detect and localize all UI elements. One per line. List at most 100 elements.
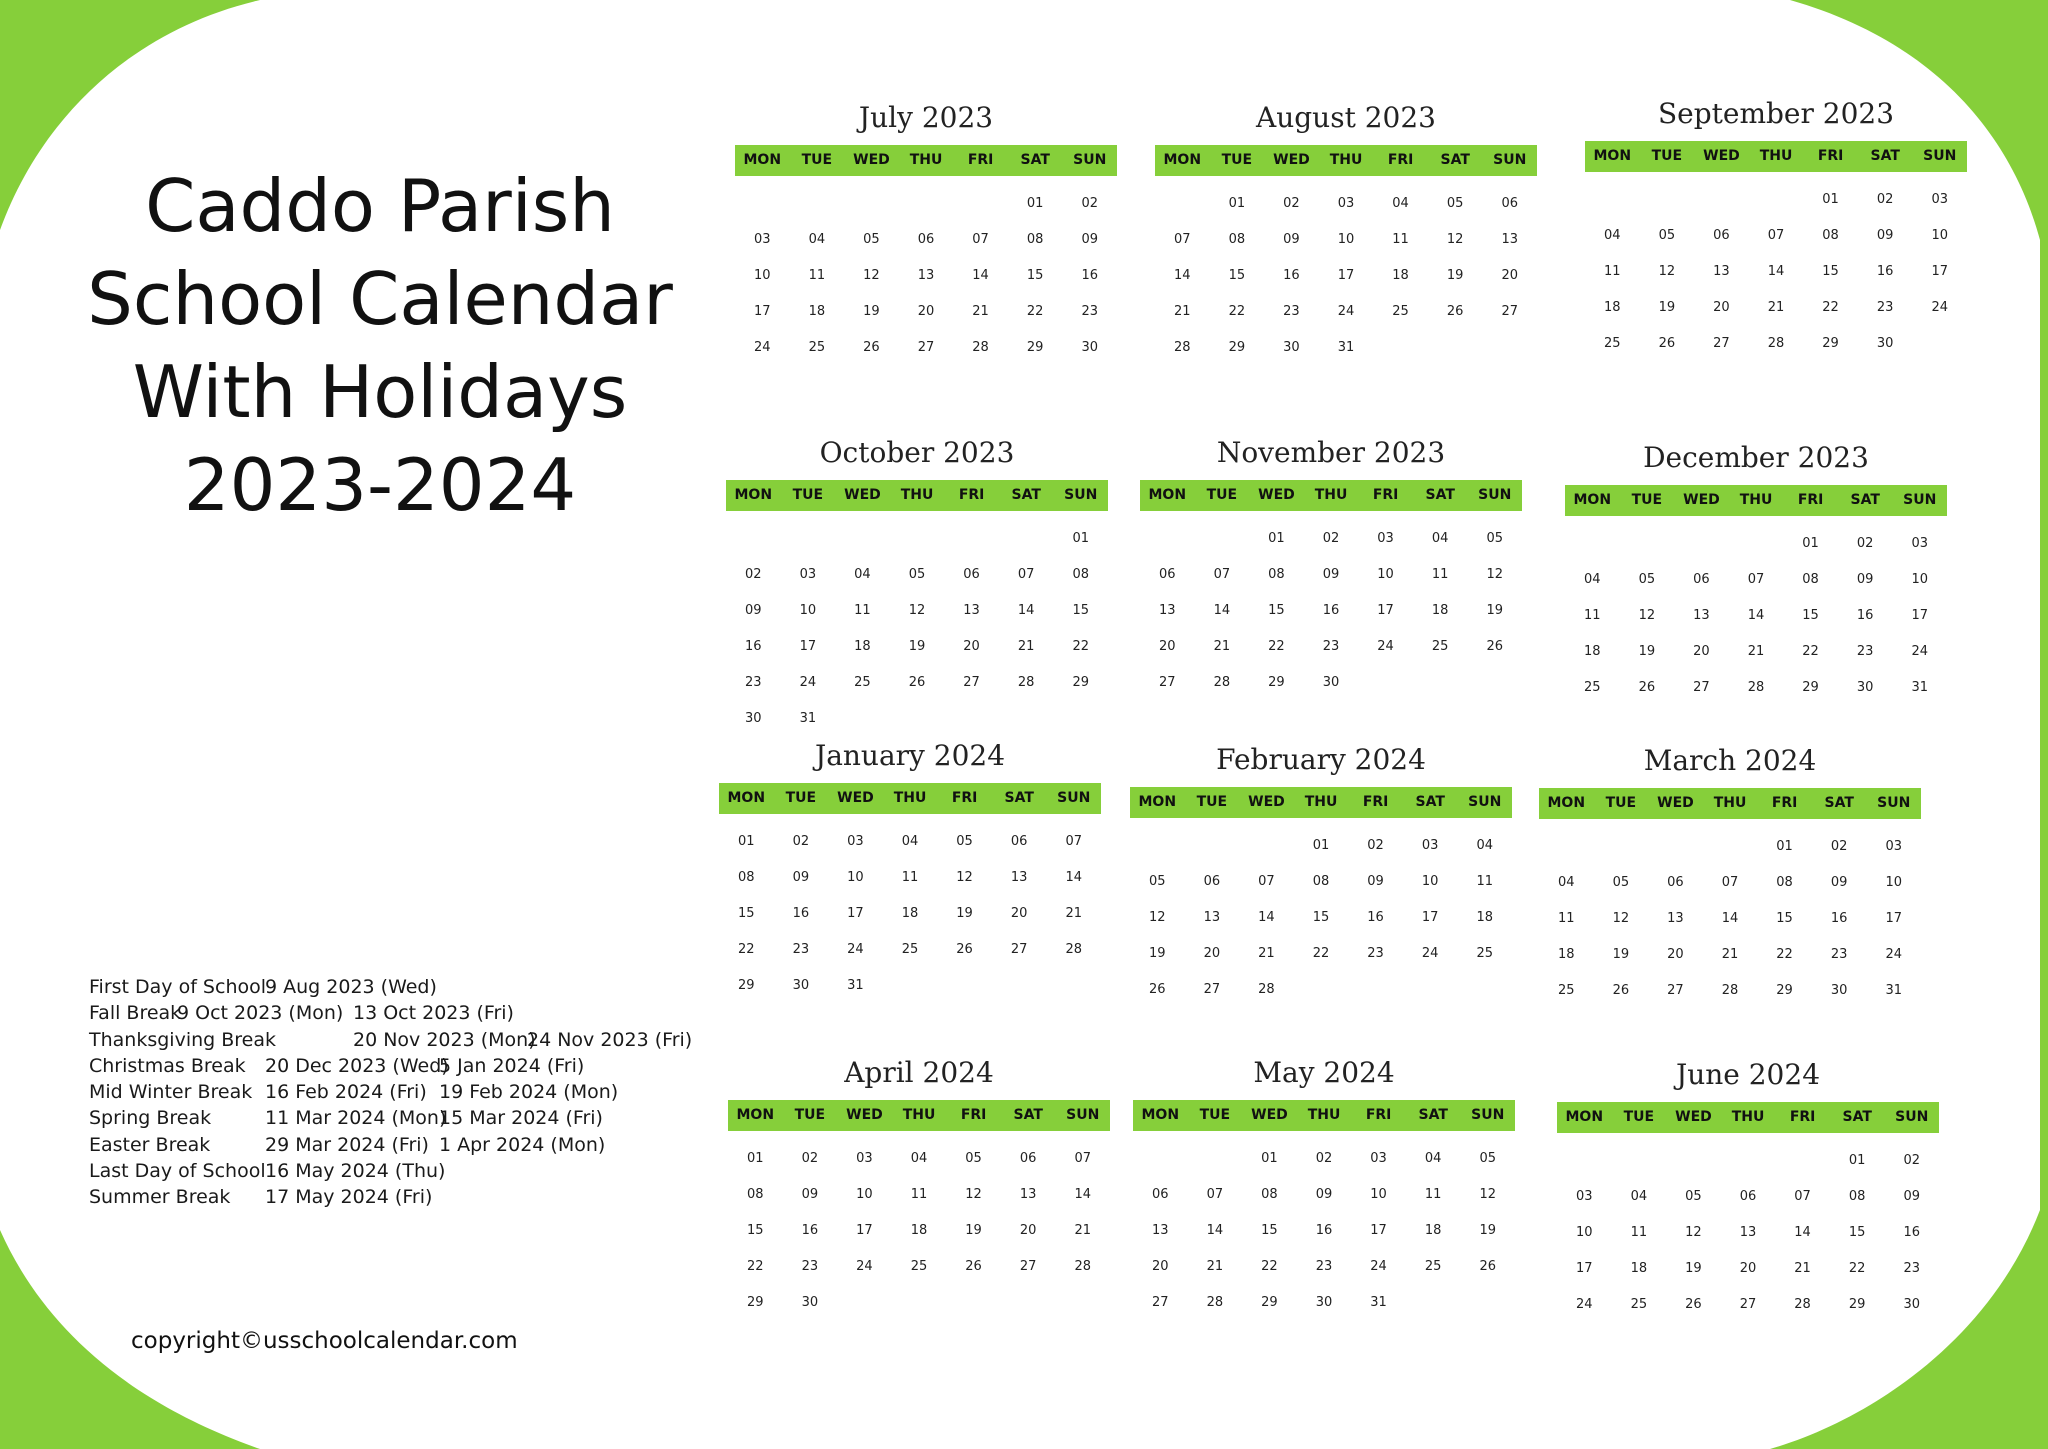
day-cell: 05: [1685, 1189, 1702, 1204]
day-cell: 20: [1019, 1223, 1037, 1238]
empty-cell: [1666, 1143, 1721, 1179]
day-cell: 14: [1206, 1223, 1224, 1238]
day-cell: 25: [910, 1259, 928, 1274]
weekday-label: MON: [1141, 1107, 1180, 1123]
day-cell: 19: [1149, 946, 1166, 961]
day-cell: 20: [1667, 947, 1684, 962]
day-cell: 17: [1337, 268, 1355, 283]
day-grid: 01 02 03 04 05 06 07 08 09 10 11 12 13 14 15 16 17 18 19 20…: [1133, 1131, 1515, 1321]
weekday-header: MON TUE WED THU FRI SAT SUN: [719, 783, 1101, 814]
day-cell: 16: [1876, 264, 1894, 279]
day-cell: 08: [1228, 232, 1246, 247]
day-cell: 01: [1261, 1151, 1278, 1166]
weekday-label: TUE: [1623, 1109, 1655, 1125]
day-cell: 29: [1848, 1297, 1866, 1312]
day-cell: 01: [1072, 531, 1089, 546]
weekday-label: FRI: [967, 152, 994, 168]
day-cell: 23: [1322, 639, 1340, 654]
day-cell: 09: [1903, 1189, 1920, 1204]
weekday-label: TUE: [1199, 1107, 1231, 1123]
day-cell: 24: [1337, 304, 1355, 319]
day-cell: 20: [1159, 639, 1176, 654]
empty-cell: [1130, 828, 1185, 864]
day-cell: 02: [792, 834, 810, 849]
weekday-label: FRI: [1372, 487, 1399, 503]
day-cell: 13: [1501, 232, 1518, 247]
day-cell: 19: [1479, 1223, 1496, 1238]
day-cell: 10: [1337, 232, 1355, 247]
day-cell: 17: [754, 304, 771, 319]
day-cell: 05: [908, 567, 926, 582]
weekday-label: SUN: [1923, 148, 1957, 164]
day-cell: 10: [1370, 1187, 1387, 1202]
day-cell: 12: [863, 268, 880, 283]
day-cell: 12: [956, 870, 973, 885]
day-cell: 06: [1501, 196, 1518, 211]
day-cell: 06: [917, 232, 935, 247]
day-cell: 07: [1206, 1187, 1224, 1202]
day-cell: 25: [1431, 639, 1449, 654]
day-cell: 03: [1421, 838, 1439, 853]
day-cell: 31: [1911, 680, 1928, 695]
day-cell: 07: [1258, 874, 1275, 889]
day-cell: 05: [1149, 874, 1166, 889]
day-cell: 22: [1072, 639, 1089, 654]
day-cell: 29: [738, 978, 755, 993]
day-cell: 26: [863, 340, 880, 355]
day-cell: 13: [963, 603, 980, 618]
day-cell: 09: [792, 870, 810, 885]
day-cell: 24: [1885, 947, 1902, 962]
day-cell: 03: [1576, 1189, 1593, 1204]
day-cell: 18: [910, 1223, 928, 1238]
empty-cell: [1140, 521, 1195, 557]
empty-cell: [999, 521, 1054, 557]
day-cell: 12: [1149, 910, 1166, 925]
day-cell: 09: [1367, 874, 1384, 889]
day-cell: 26: [965, 1259, 982, 1274]
weekday-label: SAT: [1011, 487, 1041, 503]
day-cell: 17: [1370, 1223, 1387, 1238]
day-cell: 04: [1558, 875, 1575, 890]
day-grid: 01 02 03 04 05 06 07 08 09 10 11 12 13 14 15 16 17 18 19 20…: [1140, 511, 1522, 701]
empty-cell: [1694, 182, 1749, 218]
weekday-label: FRI: [951, 790, 978, 806]
month-title: December 2023: [1643, 441, 1869, 474]
day-cell: 15: [1802, 608, 1819, 623]
day-cell: 30: [1081, 340, 1098, 355]
day-cell: 02: [1283, 196, 1300, 211]
day-cell: 17: [847, 906, 864, 921]
day-cell: 09: [745, 603, 762, 618]
day-cell: 29: [1026, 340, 1044, 355]
day-cell: 30: [801, 1295, 819, 1310]
holiday-name: Spring Break: [89, 1107, 212, 1130]
day-cell: 24: [1931, 300, 1948, 315]
day-cell: 09: [1830, 875, 1848, 890]
day-cell: 07: [1747, 572, 1765, 587]
weekday-label: TUE: [1605, 795, 1637, 811]
day-cell: 18: [854, 639, 871, 654]
holiday-end: 5 Jan 2024 (Fri): [439, 1054, 585, 1077]
weekday-label: THU: [1307, 1107, 1341, 1123]
weekday-label: THU: [1713, 795, 1747, 811]
day-cell: 14: [1721, 911, 1739, 926]
day-cell: 20: [1010, 906, 1028, 921]
day-cell: 28: [1721, 983, 1739, 998]
day-cell: 15: [1312, 910, 1330, 925]
weekday-label: FRI: [1771, 795, 1798, 811]
weekday-label: SAT: [1418, 1107, 1448, 1123]
weekday-label: THU: [1731, 1109, 1765, 1125]
day-cell: 15: [1268, 603, 1285, 618]
day-cell: 14: [1174, 268, 1191, 283]
day-cell: 11: [1392, 232, 1409, 247]
day-cell: 27: [1010, 942, 1028, 957]
empty-cell: [1539, 829, 1594, 865]
day-cell: 18: [808, 304, 826, 319]
empty-cell: [1612, 1143, 1667, 1179]
day-cell: 11: [854, 603, 871, 618]
day-cell: 25: [1604, 336, 1621, 351]
day-cell: 06: [1019, 1151, 1037, 1166]
weekday-label: WED: [1248, 794, 1285, 810]
day-cell: 14: [1017, 603, 1035, 618]
day-cell: 24: [1576, 1297, 1593, 1312]
day-cell: 26: [1658, 336, 1676, 351]
